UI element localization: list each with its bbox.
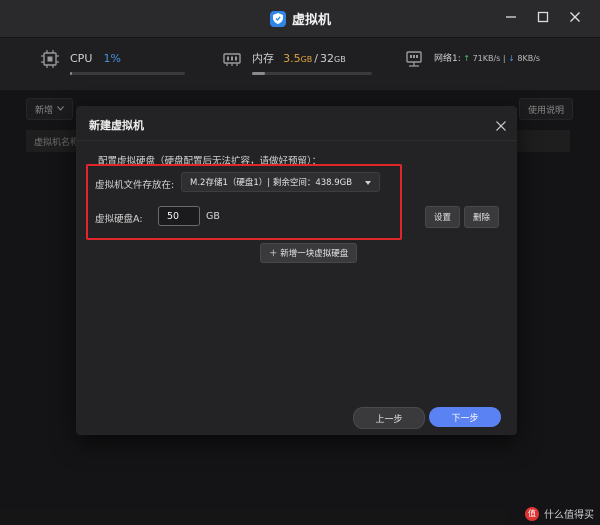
virtual-disk-a-size-input[interactable]: [158, 206, 200, 226]
network-stat: 网络1: ↑ 71KB/s | ↓ 8KB/s: [404, 47, 540, 69]
storage-location-value: M.2存储1（硬盘1）| 剩余空间：438.9GB: [190, 178, 353, 188]
memory-total-unit: GB: [334, 55, 346, 64]
upload-arrow-icon: ↑: [463, 54, 471, 63]
memory-icon: [222, 49, 242, 69]
virtual-disk-a-label: 虚拟硬盘A:: [95, 214, 143, 225]
app-title: 虚拟机: [292, 13, 332, 28]
next-step-label: 下一步: [451, 413, 479, 424]
disk-settings-label: 设置: [434, 213, 452, 223]
network-sep: |: [502, 54, 506, 63]
title-bar: 虚拟机: [0, 0, 600, 38]
window-controls: [504, 9, 582, 25]
download-arrow-icon: ↓: [508, 54, 515, 63]
watermark: 值 什么值得买: [525, 506, 594, 521]
network-label: 网络1:: [434, 54, 461, 64]
cpu-stat: CPU 1%: [40, 47, 185, 75]
shield-icon: [270, 10, 286, 27]
disk-size-unit: GB: [206, 211, 220, 222]
dialog-header: 新建虚拟机: [76, 106, 517, 141]
storage-location-label: 虚拟机文件存放在:: [95, 180, 175, 191]
caret-down-icon: [365, 181, 371, 185]
upload-rate: 71KB/s: [472, 54, 501, 63]
cpu-usage-fill: [70, 72, 73, 75]
app-window: 虚拟机 CPU 1% 内存 3.5GB / 32GB 网络1: ↑ 71KB/s…: [0, 0, 600, 525]
cpu-value: 1%: [103, 52, 121, 65]
watermark-badge: 值: [525, 506, 539, 521]
storage-location-select[interactable]: M.2存储1（硬盘1）| 剩余空间：438.9GB: [181, 172, 380, 192]
resource-stats: CPU 1% 内存 3.5GB/32GB 网络1: ↑ 71KB/s | ↓ 8…: [0, 38, 600, 90]
memory-used-unit: GB: [300, 55, 313, 64]
add-virtual-disk-button[interactable]: ＋ 新增一块虚拟硬盘: [260, 243, 358, 263]
memory-label: 内存: [252, 52, 274, 65]
app-title-group: 虚拟机: [270, 9, 331, 28]
dialog-title: 新建虚拟机: [89, 119, 144, 132]
new-vm-dialog: 新建虚拟机 配置虚拟硬盘（硬盘配置后无法扩容，请做好预留）： 虚拟机文件存放在:…: [76, 106, 517, 435]
memory-stat: 内存 3.5GB/32GB: [222, 47, 372, 75]
network-readout: 网络1: ↑ 71KB/s | ↓ 8KB/s: [434, 51, 540, 64]
maximize-icon[interactable]: [536, 9, 550, 25]
previous-step-button[interactable]: 上一步: [353, 407, 425, 429]
next-step-button[interactable]: 下一步: [429, 407, 501, 427]
network-icon: [404, 49, 424, 69]
download-rate: 8KB/s: [517, 54, 541, 63]
add-disk-label: ＋ 新增一块虚拟硬盘: [269, 249, 349, 259]
memory-total: 32: [320, 52, 334, 65]
memory-separator: /: [314, 52, 318, 65]
disk-settings-button[interactable]: 设置: [425, 206, 461, 228]
close-icon[interactable]: [495, 117, 507, 131]
cpu-icon: [40, 49, 60, 69]
previous-step-label: 上一步: [375, 414, 403, 425]
cpu-usage-bar: [70, 72, 185, 75]
memory-usage-bar: [252, 72, 372, 75]
memory-used: 3.5: [283, 52, 301, 65]
cpu-label: CPU: [70, 52, 93, 65]
watermark-text: 什么值得买: [544, 510, 594, 521]
memory-usage-fill: [252, 72, 266, 75]
close-icon[interactable]: [568, 9, 582, 25]
minimize-icon[interactable]: [504, 9, 518, 25]
disk-delete-button[interactable]: 删除: [464, 206, 500, 228]
disk-delete-label: 删除: [473, 213, 491, 223]
